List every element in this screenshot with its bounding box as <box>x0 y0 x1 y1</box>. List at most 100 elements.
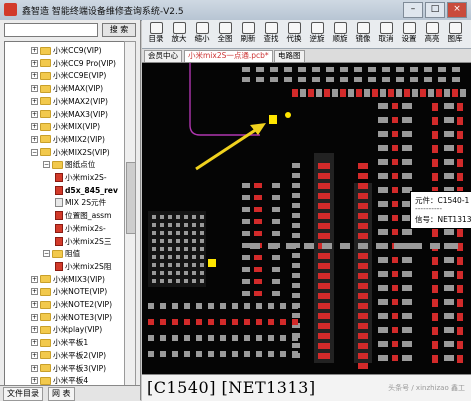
expand-toggle[interactable]: − <box>43 161 50 168</box>
expand-toggle[interactable]: + <box>31 326 38 333</box>
expand-toggle[interactable]: − <box>31 149 38 156</box>
tree-item[interactable]: −图纸点位 <box>43 159 95 170</box>
toolbar-button-refresh[interactable]: 刷新 <box>237 22 259 47</box>
tab-netlist[interactable]: 网 表 <box>48 387 75 401</box>
expand-toggle[interactable]: + <box>31 60 38 67</box>
search-input[interactable] <box>4 23 98 37</box>
pcb-pad <box>324 89 330 97</box>
pcb-pad <box>432 355 438 363</box>
expand-toggle[interactable]: + <box>31 136 38 143</box>
tree-item[interactable]: + 小米NOTE(VIP) <box>31 286 107 297</box>
tree-item[interactable]: +小米MAX(VIP) <box>31 83 103 94</box>
tab-schematic[interactable]: 电路图 <box>274 50 305 62</box>
pcb-pad <box>292 223 300 228</box>
pcb-pad <box>358 193 368 199</box>
expand-toggle[interactable]: − <box>43 250 50 257</box>
tree-item[interactable]: +小米MIX2(VIP) <box>31 134 105 145</box>
tree-item[interactable]: 小米mix2S- <box>55 172 107 183</box>
tree-item[interactable]: +小米平板3(VIP) <box>31 363 106 374</box>
expand-toggle[interactable]: + <box>31 301 38 308</box>
tree-item[interactable]: +小米MIX(VIP) <box>31 121 100 132</box>
tab-member-center[interactable]: 会员中心 <box>144 50 182 62</box>
tree-item[interactable]: +小米平板2(VIP) <box>31 350 106 361</box>
toolbar-button-catalog[interactable]: 目录 <box>145 22 167 47</box>
pcb-pad <box>358 173 368 179</box>
expand-toggle[interactable]: + <box>31 365 38 372</box>
toolbar-button-fit-all[interactable]: 全图 <box>214 22 236 47</box>
pcb-pad <box>152 271 156 275</box>
folder-icon <box>40 135 51 143</box>
tree-item[interactable]: +小米CC9 Pro(VIP) <box>31 58 116 69</box>
maximize-button[interactable]: □ <box>425 2 445 18</box>
expand-toggle[interactable]: + <box>31 314 38 321</box>
tree-item-label: 小米NOTE(VIP) <box>53 286 107 297</box>
tree-item[interactable]: +小米CC9(VIP) <box>31 45 102 56</box>
tree-item[interactable]: 小米mix2s- <box>55 223 106 234</box>
toolbar-button-rotate-cw[interactable]: 顺旋 <box>329 22 351 47</box>
tree-scrollbar[interactable] <box>124 41 136 393</box>
tree-item[interactable]: +小米平板1 <box>31 337 88 348</box>
toolbar-button-zoom-in[interactable]: 放大 <box>168 22 190 47</box>
pcb-pad <box>432 341 438 349</box>
search-button[interactable]: 搜 索 <box>102 23 136 37</box>
tab-file-directory[interactable]: 文件目录 <box>3 387 43 401</box>
toolbar-button-highlight[interactable]: 高亮 <box>421 22 443 47</box>
pcb-pad <box>192 215 196 219</box>
pcb-pad <box>200 215 204 219</box>
pcb-pad <box>184 351 190 357</box>
tree-item[interactable]: +小米NOTE2(VIP) <box>31 299 112 310</box>
tree-item[interactable]: +小米MAX2(VIP) <box>31 96 108 107</box>
pcb-pad <box>444 271 454 277</box>
expand-toggle[interactable]: + <box>31 377 38 384</box>
toolbar-button-library[interactable]: 图库 <box>444 22 466 47</box>
tree-item[interactable]: +小米NOTE3(VIP) <box>31 312 112 323</box>
expand-toggle[interactable]: + <box>31 339 38 346</box>
expand-toggle[interactable]: + <box>31 288 38 295</box>
folder-icon <box>40 313 51 321</box>
tree-item[interactable]: +小米play(VIP) <box>31 324 102 335</box>
tree-item[interactable]: 小米mix2S阻 <box>55 261 111 272</box>
toolbar-button-settings[interactable]: 设置 <box>398 22 420 47</box>
tree-item[interactable]: −小米MIX2S(VIP) <box>31 147 110 158</box>
pcb-pad <box>394 243 404 249</box>
toolbar-button-search[interactable]: 查找 <box>260 22 282 47</box>
close-button[interactable]: × <box>447 2 467 18</box>
scrollbar-thumb[interactable] <box>126 162 136 234</box>
tab-pcb-file[interactable]: 小米mix2S一点通.pcb* <box>184 50 273 62</box>
toolbar-button-zoom-out[interactable]: 缩小 <box>191 22 213 47</box>
toolbar-button-cancel[interactable]: 取消 <box>375 22 397 47</box>
tree-item[interactable]: d5x_845_rev <box>55 185 118 196</box>
expand-toggle[interactable]: + <box>31 352 38 359</box>
tree-item[interactable]: 小米mix2S三 <box>55 236 111 247</box>
minimize-button[interactable]: – <box>403 2 423 18</box>
tooltip-net-value: NET1313 <box>438 215 471 224</box>
tree-item[interactable]: +小米CC9E(VIP) <box>31 70 106 81</box>
tree-item[interactable]: MIX 2S元件 <box>55 197 106 208</box>
pcb-pad <box>192 247 196 251</box>
expand-toggle[interactable]: + <box>31 85 38 92</box>
pcb-pad <box>242 77 250 82</box>
pcb-pad <box>160 247 164 251</box>
tree-item[interactable]: +小米MAX3(VIP) <box>31 109 108 120</box>
expand-toggle[interactable]: + <box>31 276 38 283</box>
toolbar-button-replace[interactable]: 代换 <box>283 22 305 47</box>
pcb-pad <box>232 351 238 357</box>
expand-toggle[interactable]: + <box>31 98 38 105</box>
toolbar-button-rotate-ccw[interactable]: 逆旋 <box>306 22 328 47</box>
tree-item[interactable]: +小米MIX3(VIP) <box>31 274 105 285</box>
pcb-canvas[interactable]: 元件：C1540-1 ---------- 信号：NET1313 <box>142 63 471 374</box>
expand-toggle[interactable]: + <box>31 47 38 54</box>
expand-toggle[interactable]: + <box>31 123 38 130</box>
expand-toggle[interactable]: + <box>31 111 38 118</box>
folder-icon <box>40 275 51 283</box>
pcb-pad <box>318 343 330 349</box>
pcb-pad <box>436 89 442 97</box>
pcb-pad <box>244 351 250 357</box>
tree-item[interactable]: 位置图_assm <box>55 210 112 221</box>
tree-item[interactable]: −阻值 <box>43 248 80 259</box>
expand-toggle[interactable]: + <box>31 72 38 79</box>
pcb-pad <box>452 89 458 97</box>
toolbar-button-mirror[interactable]: 镜像 <box>352 22 374 47</box>
pcb-pad <box>160 223 164 227</box>
pcb-pad <box>432 117 438 125</box>
